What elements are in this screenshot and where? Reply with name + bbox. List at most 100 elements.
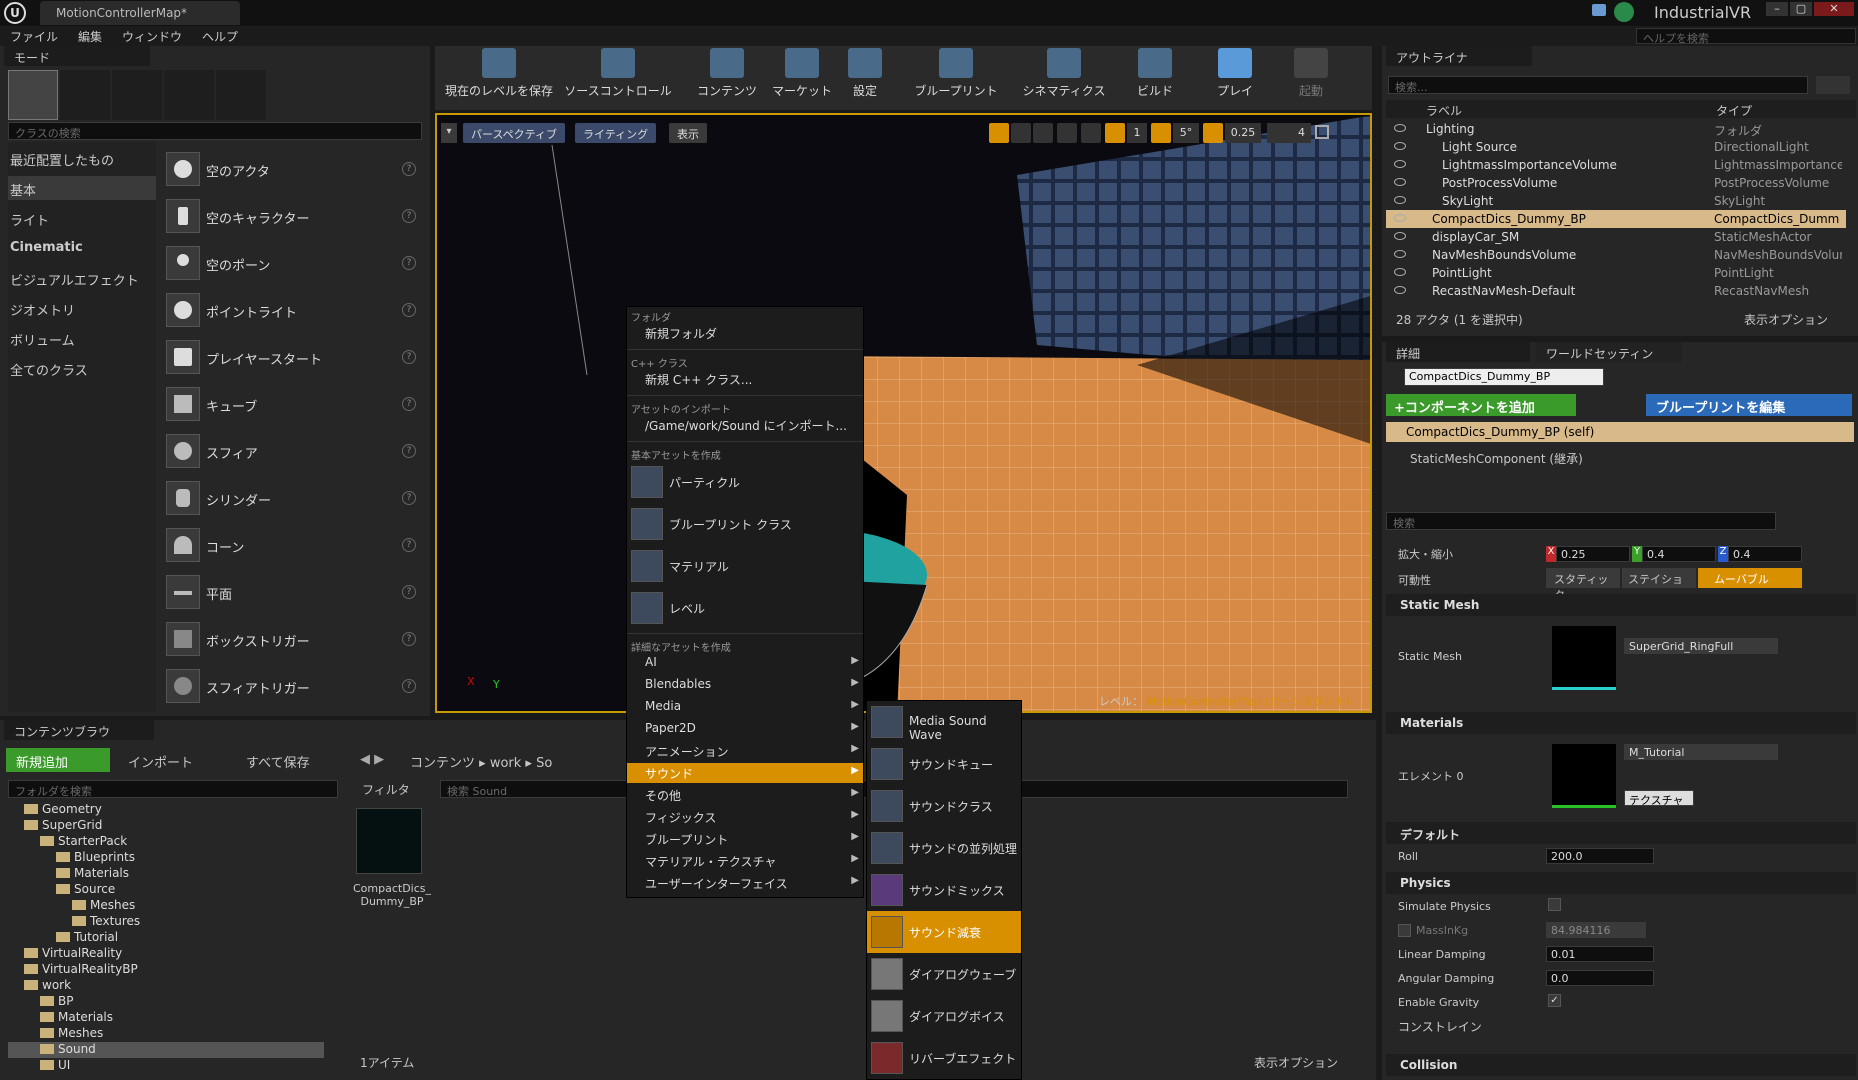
category-basic[interactable]: 基本 — [10, 180, 36, 199]
help-icon[interactable]: ? — [402, 209, 416, 223]
viewport-options-dropdown[interactable]: ▾ — [441, 123, 457, 143]
content-browser-tab[interactable]: コンテンツブラウ — [4, 720, 154, 740]
place-item-cube[interactable]: キューブ? — [160, 383, 420, 427]
sound-class-item[interactable]: サウンドクラス — [867, 785, 1021, 827]
submenu-media[interactable]: Media ▶ — [627, 697, 863, 717]
help-icon[interactable]: ? — [402, 162, 416, 176]
breadcrumb-sound[interactable]: So — [536, 756, 552, 771]
build-button[interactable]: ビルド — [1128, 48, 1182, 104]
sound-cue-item[interactable]: サウンドキュー — [867, 743, 1021, 785]
tree-item[interactable]: StarterPack — [40, 834, 127, 850]
minimize-button[interactable]: – — [1766, 2, 1788, 16]
tree-item[interactable]: work — [24, 978, 71, 994]
section-materials[interactable]: Materials — [1386, 712, 1856, 734]
texture-dropdown[interactable]: テクスチャ — [1624, 790, 1694, 807]
help-search-input[interactable]: ヘルプを検索 — [1636, 28, 1856, 45]
enable-gravity-checkbox[interactable]: ✓ — [1548, 994, 1561, 1007]
category-recent[interactable]: 最近配置したもの — [10, 150, 114, 169]
level-viewport[interactable]: ▾ パースペクティブ ライティング 表示 1 5° 0.25 4 X Y レベル… — [435, 113, 1372, 713]
section-physics[interactable]: Physics — [1386, 872, 1856, 894]
submenu-sound[interactable]: サウンド ▶ — [627, 763, 863, 783]
outliner-tab[interactable]: アウトライナ — [1386, 46, 1532, 66]
add-new-button[interactable]: 新規追加 — [6, 748, 110, 772]
scale-snap-icon[interactable] — [1203, 123, 1223, 143]
visibility-eye-icon[interactable] — [1394, 250, 1406, 258]
sound-concurrency-item[interactable]: サウンドの並列処理 — [867, 827, 1021, 869]
dialogue-voice-item[interactable]: ダイアログボイス — [867, 995, 1021, 1037]
scale-x-input[interactable]: 0.25 — [1556, 546, 1630, 562]
submenu-user-interface[interactable]: ユーザーインターフェイス ▶ — [627, 873, 863, 893]
asset-thumbnail[interactable] — [356, 808, 422, 874]
scale-label[interactable]: 拡大・縮小 — [1398, 546, 1453, 562]
menu-help[interactable]: ヘルプ — [202, 28, 238, 45]
tree-item[interactable]: Meshes — [40, 1026, 103, 1042]
media-sound-wave-item[interactable]: Media Sound Wave — [867, 701, 1021, 743]
source-control-button[interactable]: ソースコントロール — [560, 48, 676, 104]
material-thumbnail[interactable] — [1552, 744, 1616, 808]
outliner-row[interactable]: PointLight PointLight — [1386, 264, 1846, 282]
category-volumes[interactable]: ボリューム — [10, 330, 75, 349]
roll-input[interactable]: 200.0 — [1546, 848, 1654, 864]
outliner-row[interactable]: PostProcessVolume PostProcessVolume — [1386, 174, 1846, 192]
import-button[interactable]: インポート — [128, 752, 193, 771]
sound-mix-item[interactable]: サウンドミックス — [867, 869, 1021, 911]
outliner-row[interactable]: LightmassImportanceVolume LightmassImport… — [1386, 156, 1846, 174]
place-item-empty-actor[interactable]: 空のアクタ? — [160, 148, 420, 192]
help-icon[interactable]: ? — [402, 491, 416, 505]
visibility-eye-icon[interactable] — [1394, 214, 1406, 222]
scale-snap-value[interactable]: 0.25 — [1225, 123, 1261, 143]
details-search-input[interactable]: 検索 — [1386, 512, 1776, 530]
visibility-eye-icon[interactable] — [1394, 178, 1406, 186]
submenu-blendables[interactable]: Blendables ▶ — [627, 675, 863, 695]
asset-label[interactable]: CompactDics_ Dummy_BP — [352, 882, 432, 908]
place-mode-icon[interactable] — [8, 70, 58, 120]
visibility-eye-icon[interactable] — [1394, 142, 1406, 150]
camera-speed-value[interactable]: 4 — [1267, 123, 1311, 143]
help-icon[interactable]: ? — [402, 350, 416, 364]
settings-button[interactable]: 設定 — [842, 48, 888, 104]
level-tab[interactable]: MotionControllerMap* — [40, 1, 240, 25]
translate-tool-icon[interactable] — [989, 123, 1009, 143]
visibility-eye-icon[interactable] — [1394, 124, 1406, 132]
close-button[interactable]: ✕ — [1814, 2, 1854, 16]
source-control-status-icon[interactable] — [1614, 2, 1634, 22]
new-folder-item[interactable]: 新規フォルダ — [627, 323, 863, 343]
linear-damping-input[interactable]: 0.01 — [1546, 946, 1654, 962]
mobility-static-button[interactable]: スタティック — [1546, 568, 1620, 602]
section-default[interactable]: デフォルト — [1386, 822, 1856, 844]
scale-tool-icon[interactable] — [1033, 123, 1053, 143]
tree-item[interactable]: Textures — [72, 914, 140, 930]
rotation-snap-value[interactable]: 5° — [1173, 123, 1199, 143]
dialogue-wave-item[interactable]: ダイアログウェーブ — [867, 953, 1021, 995]
place-item-plane[interactable]: 平面? — [160, 571, 420, 615]
outliner-row[interactable]: RecastNavMesh-Default RecastNavMesh — [1386, 282, 1846, 300]
import-item[interactable]: /Game/work/Sound にインポート... — [627, 415, 863, 435]
help-icon[interactable]: ? — [402, 679, 416, 693]
help-icon[interactable]: ? — [402, 538, 416, 552]
foliage-mode-icon[interactable] — [164, 70, 214, 120]
tree-item[interactable]: Geometry — [24, 802, 102, 818]
folder-search-input[interactable]: フォルダを検索 — [8, 780, 338, 798]
category-cinematic[interactable]: Cinematic — [10, 240, 83, 255]
tree-item[interactable]: Blueprints — [56, 850, 135, 866]
maximize-button[interactable]: ▢ — [1790, 2, 1812, 16]
outliner-add-icon[interactable] — [1816, 76, 1850, 94]
details-tab[interactable]: 詳細 — [1386, 342, 1530, 362]
show-button[interactable]: 表示 — [669, 123, 707, 143]
nav-back-icon[interactable]: ◀ ▶ — [360, 752, 384, 767]
mobility-stationary-button[interactable]: ステイショ — [1622, 568, 1696, 588]
breadcrumb-work[interactable]: work — [490, 756, 521, 771]
world-local-icon[interactable] — [1057, 123, 1077, 143]
visibility-eye-icon[interactable] — [1394, 232, 1406, 240]
class-search-input[interactable]: クラスの検索 — [8, 122, 422, 140]
content-button[interactable]: コンテンツ — [690, 48, 764, 104]
help-icon[interactable]: ? — [402, 256, 416, 270]
category-all-classes[interactable]: 全てのクラス — [10, 360, 88, 379]
tree-item[interactable]: UI — [40, 1058, 70, 1074]
menu-edit[interactable]: 編集 — [78, 28, 102, 45]
outliner-row[interactable]: displayCar_SM StaticMeshActor — [1386, 228, 1846, 246]
menu-window[interactable]: ウィンドウ — [122, 28, 182, 45]
create-level-item[interactable]: レベル — [627, 587, 863, 629]
create-blueprint-class-item[interactable]: ブループリント クラス — [627, 503, 863, 545]
component-self-row[interactable]: CompactDics_Dummy_BP (self) — [1386, 422, 1854, 442]
